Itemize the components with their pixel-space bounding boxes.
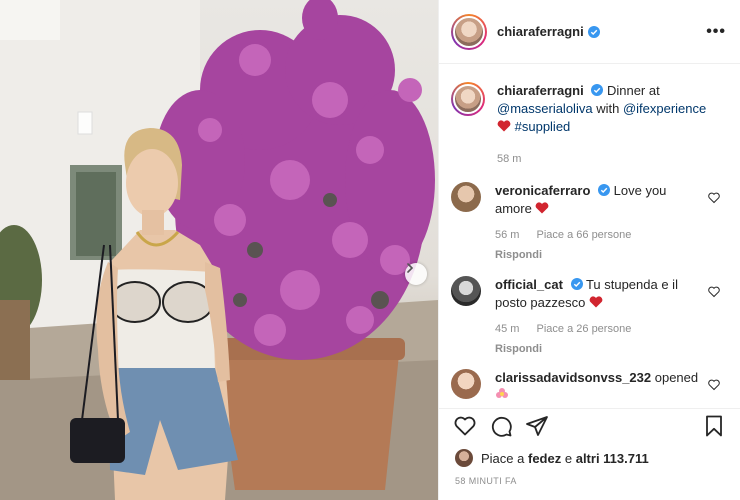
mention-link[interactable]: @masserialoliva [497, 101, 593, 116]
comment-text: opened [654, 370, 699, 385]
bookmark-icon[interactable] [702, 414, 726, 438]
likes-summary[interactable]: Piace a fedez e altri 113.711 [455, 446, 726, 470]
verified-icon [598, 184, 611, 196]
comment-time[interactable]: 45 m [495, 323, 519, 335]
comment-likes[interactable]: Piace a 26 persone [537, 323, 632, 335]
post-header: chiaraferragni ••• [439, 0, 740, 64]
verified-icon [591, 84, 604, 96]
comment-icon[interactable] [489, 414, 513, 438]
photo-illustration [0, 0, 438, 500]
red-heart-emoji-icon [589, 296, 603, 308]
reply-button[interactable]: Rispondi [495, 246, 700, 264]
likes-count[interactable]: altri 113.711 [576, 451, 649, 466]
comment-item: official_cat Tu stupenda e il posto pazz… [451, 276, 726, 358]
comment-username[interactable]: official_cat [495, 277, 563, 292]
like-comment-heart-icon[interactable] [708, 286, 720, 298]
more-options-button[interactable]: ••• [706, 23, 726, 41]
heart-icon[interactable] [453, 414, 477, 438]
post-photo[interactable] [0, 0, 438, 500]
red-heart-emoji-icon [536, 202, 549, 214]
caption: chiaraferragni Dinner at @masserialoliva… [451, 82, 726, 168]
liker-username[interactable]: fedez [528, 451, 561, 466]
comment-item: veronicaferraro Love you amore 56 m Piac… [451, 182, 726, 264]
mention-link[interactable]: @ifexperience [623, 101, 706, 116]
caption-avatar[interactable] [451, 82, 485, 116]
author-avatar[interactable] [451, 13, 487, 50]
chevron-right-icon [407, 263, 414, 273]
liker-avatar[interactable] [455, 449, 473, 467]
comment-avatar[interactable] [451, 182, 481, 212]
share-icon[interactable] [525, 414, 549, 438]
post-timestamp[interactable]: 58 MINUTI FA [455, 476, 517, 486]
comment-item: clarissadavidsonvss_232 opened [451, 369, 726, 406]
likes-middle: e [564, 450, 573, 466]
reply-button[interactable]: Rispondi [495, 340, 700, 358]
verified-icon [570, 278, 583, 290]
caption-text: with [596, 101, 620, 116]
comment-username[interactable]: veronicaferraro [495, 183, 590, 198]
post-actions-bar [439, 408, 740, 442]
comment-likes[interactable]: Piace a 66 persone [537, 229, 632, 241]
flower-emoji-icon [496, 388, 508, 398]
hashtag-link[interactable]: #supplied [515, 119, 571, 134]
caption-time[interactable]: 58 m [497, 153, 521, 165]
caption-username[interactable]: chiaraferragni [497, 83, 584, 98]
author-username[interactable]: chiaraferragni [497, 24, 584, 39]
next-photo-button[interactable] [405, 263, 427, 285]
comment-time[interactable]: 56 m [495, 229, 519, 241]
red-heart-emoji-icon [497, 120, 511, 132]
post-modal: chiaraferragni ••• chiaraferragni Dinner… [0, 0, 740, 500]
comment-avatar[interactable] [451, 369, 481, 399]
like-comment-heart-icon[interactable] [708, 192, 720, 204]
post-side-panel: chiaraferragni ••• chiaraferragni Dinner… [438, 0, 740, 500]
comments-list: chiaraferragni Dinner at @masserialoliva… [439, 64, 740, 408]
comment-avatar[interactable] [451, 276, 481, 306]
comment-username[interactable]: clarissadavidsonvss_232 [495, 370, 651, 385]
likes-prefix: Piace a [481, 450, 525, 466]
verified-icon [587, 25, 600, 38]
caption-text: Dinner at [606, 83, 660, 98]
like-comment-heart-icon[interactable] [708, 379, 720, 391]
